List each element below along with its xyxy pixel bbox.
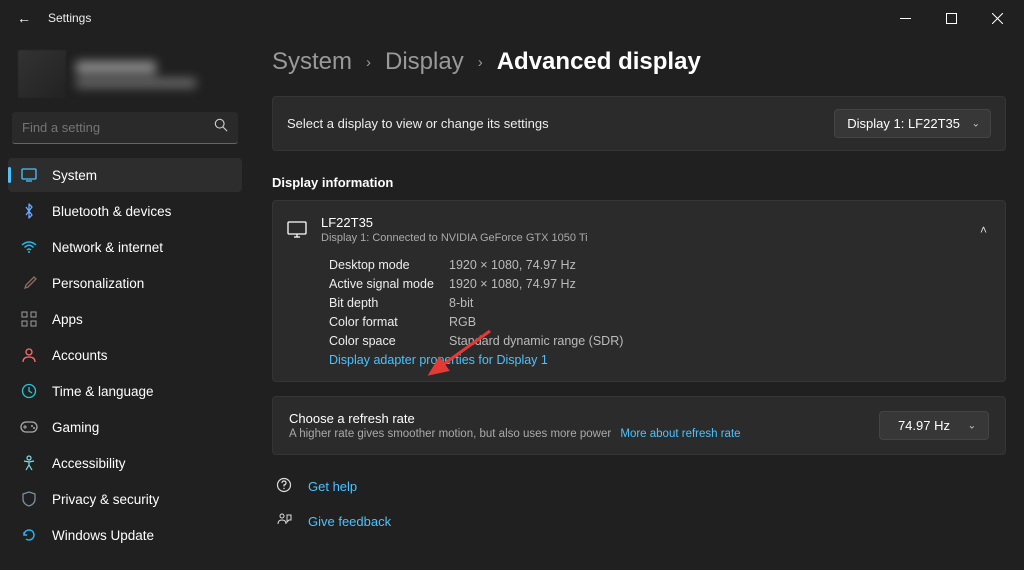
nav-privacy[interactable]: Privacy & security (8, 482, 242, 516)
help-icon (276, 477, 294, 496)
feedback-icon (276, 512, 294, 531)
refresh-dropdown-value: 74.97 Hz (898, 418, 950, 433)
nav-personalization[interactable]: Personalization (8, 266, 242, 300)
feedback-label: Give feedback (308, 514, 391, 529)
info-row: Color spaceStandard dynamic range (SDR) (329, 334, 987, 348)
refresh-title: Choose a refresh rate (289, 411, 867, 426)
nav-network[interactable]: Network & internet (8, 230, 242, 264)
info-row: Active signal mode1920 × 1080, 74.97 Hz (329, 277, 987, 291)
get-help-label: Get help (308, 479, 357, 494)
title-bar: ← Settings (0, 0, 1024, 36)
nav-label: Windows Update (52, 528, 154, 543)
breadcrumb-system[interactable]: System (272, 48, 352, 76)
chevron-down-icon: ⌄ (972, 118, 980, 129)
nav-label: Bluetooth & devices (52, 204, 171, 219)
nav-gaming[interactable]: Gaming (8, 410, 242, 444)
nav-label: Personalization (52, 276, 144, 291)
avatar (18, 50, 66, 98)
chevron-right-icon: › (366, 54, 371, 71)
user-email (76, 78, 196, 88)
nav-label: Accessibility (52, 456, 126, 471)
nav-label: Gaming (52, 420, 99, 435)
nav-label: Accounts (52, 348, 108, 363)
feedback-link[interactable]: Give feedback (272, 504, 1006, 539)
accessibility-icon (20, 454, 38, 472)
chevron-right-icon: › (478, 54, 483, 71)
nav-accessibility[interactable]: Accessibility (8, 446, 242, 480)
refresh-dropdown[interactable]: 74.97 Hz ⌄ (879, 411, 989, 440)
nav-system[interactable]: System (8, 158, 242, 192)
info-row: Color formatRGB (329, 315, 987, 329)
maximize-button[interactable] (928, 0, 974, 36)
update-icon (20, 526, 38, 544)
display-selector-row: Select a display to view or change its s… (272, 96, 1006, 151)
nav-label: System (52, 168, 97, 183)
monitor-name: LF22T35 (321, 215, 588, 230)
shield-icon (20, 490, 38, 508)
main-content: System › Display › Advanced display Sele… (250, 36, 1024, 570)
breadcrumb: System › Display › Advanced display (272, 48, 1006, 76)
nav-label: Network & internet (52, 240, 163, 255)
minimize-button[interactable] (882, 0, 928, 36)
search-input[interactable] (22, 120, 214, 135)
display-dropdown[interactable]: Display 1: LF22T35 ⌄ (834, 109, 991, 138)
breadcrumb-current: Advanced display (497, 48, 701, 76)
clock-icon (20, 382, 38, 400)
bluetooth-icon (20, 202, 38, 220)
sidebar: System Bluetooth & devices Network & int… (0, 36, 250, 570)
adapter-properties-link[interactable]: Display adapter properties for Display 1 (329, 353, 987, 367)
section-title: Display information (272, 175, 1006, 190)
apps-icon (20, 310, 38, 328)
display-info-body: Desktop mode1920 × 1080, 74.97 Hz Active… (273, 258, 1005, 381)
nav-bluetooth[interactable]: Bluetooth & devices (8, 194, 242, 228)
refresh-sub: A higher rate gives smoother motion, but… (289, 428, 611, 440)
refresh-rate-card: Choose a refresh rate A higher rate give… (272, 396, 1006, 455)
close-button[interactable] (974, 0, 1020, 36)
info-row: Bit depth8-bit (329, 296, 987, 310)
nav-label: Time & language (52, 384, 154, 399)
back-button[interactable]: ← (4, 10, 44, 26)
refresh-more-link[interactable]: More about refresh rate (620, 428, 740, 440)
nav-label: Apps (52, 312, 83, 327)
display-dropdown-value: Display 1: LF22T35 (847, 116, 960, 131)
search-box[interactable] (12, 112, 238, 144)
wifi-icon (20, 238, 38, 256)
nav-update[interactable]: Windows Update (8, 518, 242, 552)
display-info-header[interactable]: LF22T35 Display 1: Connected to NVIDIA G… (273, 201, 1005, 258)
monitor-icon (287, 221, 307, 239)
info-row: Desktop mode1920 × 1080, 74.97 Hz (329, 258, 987, 272)
brush-icon (20, 274, 38, 292)
search-icon (214, 118, 228, 137)
chevron-up-icon: ˄ (980, 223, 987, 237)
gaming-icon (20, 418, 38, 436)
window-title: Settings (48, 11, 91, 25)
nav-apps[interactable]: Apps (8, 302, 242, 336)
display-info-card: LF22T35 Display 1: Connected to NVIDIA G… (272, 200, 1006, 382)
nav-accounts[interactable]: Accounts (8, 338, 242, 372)
chevron-down-icon: ⌄ (968, 420, 976, 431)
display-selector-label: Select a display to view or change its s… (287, 116, 549, 131)
nav-time[interactable]: Time & language (8, 374, 242, 408)
breadcrumb-display[interactable]: Display (385, 48, 464, 76)
user-profile[interactable] (8, 44, 242, 112)
get-help-link[interactable]: Get help (272, 469, 1006, 504)
nav-label: Privacy & security (52, 492, 159, 507)
user-name (76, 61, 156, 74)
system-icon (20, 166, 38, 184)
accounts-icon (20, 346, 38, 364)
monitor-sub: Display 1: Connected to NVIDIA GeForce G… (321, 232, 588, 244)
